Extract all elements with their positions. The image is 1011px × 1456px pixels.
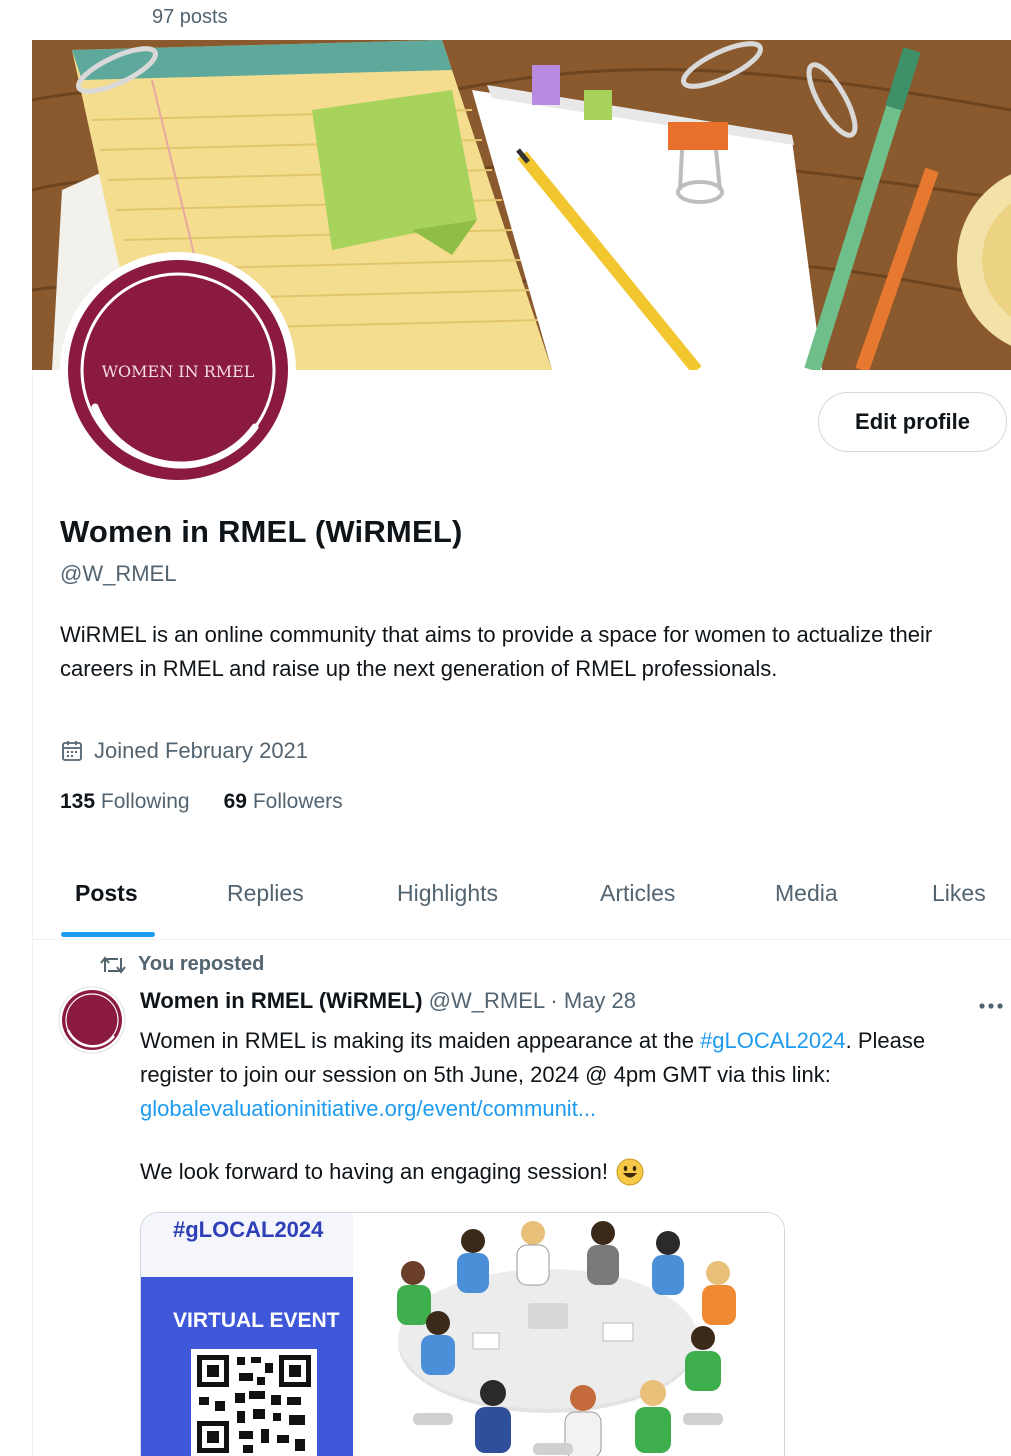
more-icon[interactable]	[978, 1002, 1004, 1010]
post-text-closing: We look forward to having an engaging se…	[140, 1159, 608, 1184]
tab-highlights[interactable]: Highlights	[397, 880, 498, 907]
media-hashtag: #gLOCAL2024	[173, 1217, 324, 1242]
repost-icon	[100, 955, 126, 974]
post-author-handle[interactable]: @W_RMEL	[429, 988, 545, 1013]
avatar-text: WOMEN IN RMEL	[102, 362, 255, 381]
post-separator: ·	[550, 988, 558, 1013]
post-count: 97 posts	[152, 6, 228, 28]
qr-code-icon	[191, 1349, 317, 1456]
profile-bio: WiRMEL is an online community that aims …	[60, 622, 933, 681]
followers-label: Followers	[252, 790, 343, 813]
repost-label: You reposted	[138, 953, 265, 975]
post-header: Women in RMEL (WiRMEL) @W_RMEL · May 28	[140, 988, 636, 1014]
joined-date: Joined February 2021	[60, 738, 308, 764]
following-count: 135	[60, 790, 96, 813]
followers-count: 69	[223, 790, 247, 813]
tab-media[interactable]: Media	[775, 880, 838, 907]
media-illustration	[353, 1213, 784, 1456]
post-text: Women in RMEL is making its maiden appea…	[140, 1024, 1000, 1126]
post-text-part1: Women in RMEL is making its maiden appea…	[140, 1028, 701, 1053]
edit-profile-button[interactable]: Edit profile	[818, 392, 1007, 452]
follow-stats: 135 Following 69 Followers	[60, 790, 343, 814]
joined-text: Joined February 2021	[94, 738, 309, 763]
post-url-link[interactable]: globalevaluationinitiative.org/event/com…	[140, 1096, 596, 1121]
repost-indicator: You reposted	[100, 953, 264, 976]
profile-avatar[interactable]: WOMEN IN RMEL	[60, 252, 296, 488]
following-label: Following	[100, 790, 190, 813]
tab-articles[interactable]: Articles	[600, 880, 675, 907]
tab-posts[interactable]: Posts	[75, 880, 138, 907]
display-name: Women in RMEL (WiRMEL)	[60, 514, 463, 549]
smiley-emoji-icon	[616, 1158, 644, 1186]
post-author-avatar[interactable]	[58, 986, 126, 1054]
tab-replies[interactable]: Replies	[227, 880, 304, 907]
post-text-line2: We look forward to having an engaging se…	[140, 1158, 644, 1186]
post-hashtag-link[interactable]: #gLOCAL2024	[700, 1028, 846, 1053]
profile-handle: @W_RMEL	[60, 561, 177, 586]
media-flyer: #gLOCAL2024 VIRTUAL EVENT	[141, 1213, 353, 1456]
profile-page: 97 posts WOMEN IN RMEL Edit profile Wome…	[0, 0, 1011, 1456]
calendar-icon	[62, 741, 82, 761]
post-media[interactable]: #gLOCAL2024 VIRTUAL EVENT	[140, 1212, 785, 1456]
tab-likes[interactable]: Likes	[932, 880, 986, 907]
followers-link[interactable]: 69 Followers	[224, 790, 343, 814]
following-link[interactable]: 135 Following	[60, 790, 190, 814]
post-date[interactable]: May 28	[564, 988, 636, 1013]
active-tab-indicator	[61, 932, 155, 937]
profile-tabs: Posts Replies Highlights Articles Media …	[33, 860, 1011, 940]
media-event-label: VIRTUAL EVENT	[173, 1309, 340, 1332]
post-author-name[interactable]: Women in RMEL (WiRMEL)	[140, 988, 423, 1013]
